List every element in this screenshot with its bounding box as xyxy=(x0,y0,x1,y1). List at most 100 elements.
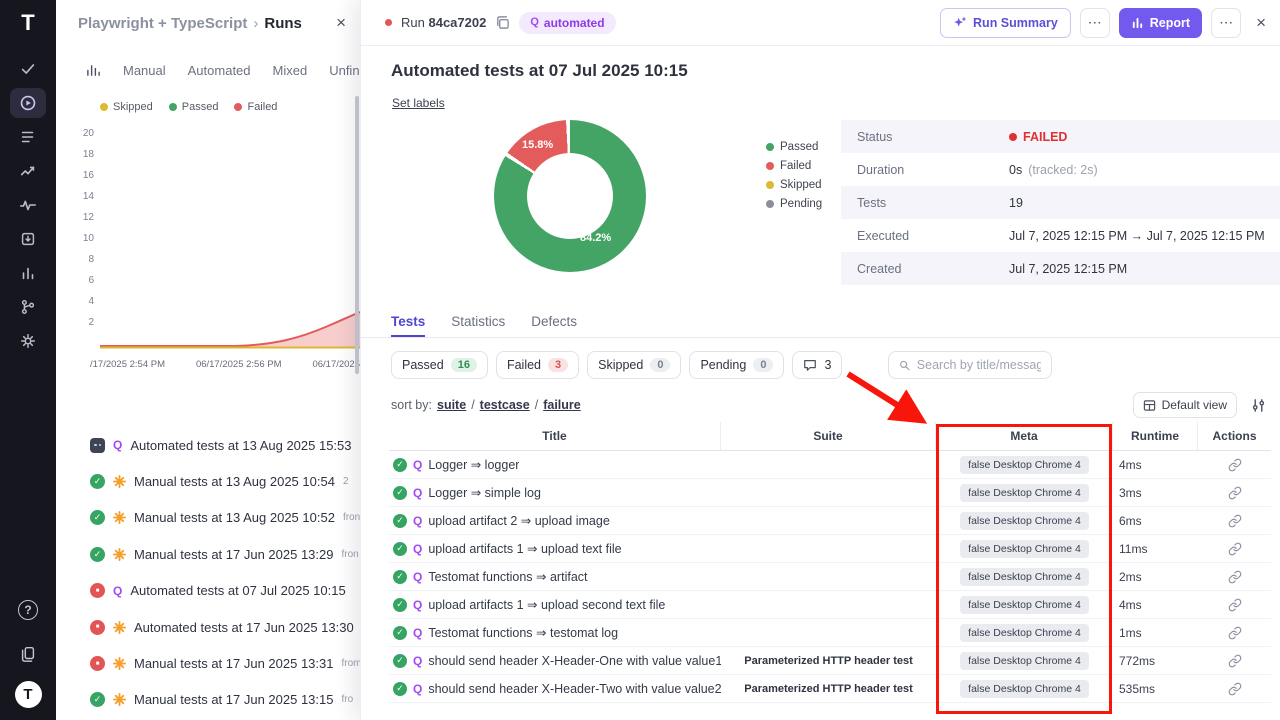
run-list-item[interactable]: ■Automated tests at 17 Jun 2025 13:30 xyxy=(56,609,360,645)
info-value-text: Jul 7, 2025 12:15 PM xyxy=(1009,262,1127,276)
set-labels-link[interactable]: Set labels xyxy=(392,96,445,110)
table-row[interactable]: ✓QLogger ⇒ loggerfalse Desktop Chrome 44… xyxy=(389,451,1271,479)
drawer-more-button[interactable]: ⋯ xyxy=(1211,8,1241,38)
link-icon xyxy=(1228,598,1242,612)
x-tick: /17/2025 2:54 PM xyxy=(90,359,165,370)
tab-statistics[interactable]: Statistics xyxy=(451,307,505,337)
actions-cell[interactable] xyxy=(1198,619,1271,646)
run-list-item[interactable]: ✓Manual tests at 13 Aug 2025 10:542 xyxy=(56,463,360,499)
actions-cell[interactable] xyxy=(1198,675,1271,702)
runs-panel-close-icon[interactable]: × xyxy=(336,13,346,33)
drawer-close-icon[interactable]: × xyxy=(1256,13,1266,33)
table-row[interactable]: ✓QTestomat functions ⇒ testomat logfalse… xyxy=(389,619,1271,647)
link-icon xyxy=(1228,542,1242,556)
runs-tab-automated[interactable]: Automated xyxy=(188,63,251,78)
run-list-item[interactable]: QAutomated tests at 13 Aug 2025 15:53 xyxy=(56,427,360,463)
column-header-title[interactable]: Title xyxy=(389,422,721,450)
branches-icon[interactable] xyxy=(10,292,46,322)
filter-pending-button[interactable]: Pending0 xyxy=(689,351,784,379)
donut-legend-item: Pending xyxy=(766,194,822,213)
table-row[interactable]: ✓Qshould send header X-Header-One with v… xyxy=(389,647,1271,675)
runs-chart-toggle-icon[interactable] xyxy=(86,63,101,78)
passed-status-icon: ✓ xyxy=(90,474,105,489)
analytics-icon[interactable] xyxy=(10,156,46,186)
sort-by-testcase[interactable]: testcase xyxy=(480,398,530,412)
passed-status-icon: ✓ xyxy=(90,510,105,525)
test-title: Logger ⇒ simple log xyxy=(428,485,541,500)
sort-by-suite[interactable]: suite xyxy=(437,398,466,412)
legend-item: Failed xyxy=(234,101,277,113)
run-title: Manual tests at 13 Aug 2025 10:54 xyxy=(134,474,335,489)
run-list-item[interactable]: ✓Manual tests at 17 Jun 2025 13:15fro xyxy=(56,682,360,718)
run-list-item[interactable]: ■Manual tests at 17 Jun 2025 13:31from xyxy=(56,645,360,681)
run-summary-button[interactable]: Run Summary xyxy=(940,8,1071,38)
y-tick: 2 xyxy=(60,317,94,328)
runs-tab-mixed[interactable]: Mixed xyxy=(273,63,308,78)
import-icon[interactable] xyxy=(10,224,46,254)
user-avatar[interactable]: T xyxy=(15,681,42,708)
donut-legend-item: Passed xyxy=(766,137,822,156)
tests-icon[interactable] xyxy=(10,54,46,84)
automated-badge[interactable]: Q automated xyxy=(519,12,615,34)
tab-defects[interactable]: Defects xyxy=(531,307,577,337)
run-list-item[interactable]: ■QAutomated tests at 07 Jul 2025 10:15 xyxy=(56,573,360,609)
actions-cell[interactable] xyxy=(1198,507,1271,534)
table-row[interactable]: ✓Qupload artifacts 1 ⇒ upload second tex… xyxy=(389,591,1271,619)
column-header-meta[interactable]: Meta xyxy=(936,422,1113,450)
help-icon[interactable]: ? xyxy=(10,595,46,625)
table-row[interactable]: ✓QTestomat functions ⇒ artifactfalse Des… xyxy=(389,563,1271,591)
column-header-runtime[interactable]: Runtime xyxy=(1113,422,1198,450)
passed-icon: ✓ xyxy=(393,570,407,584)
info-row: CreatedJul 7, 2025 12:15 PM xyxy=(841,252,1280,285)
filter-skipped-button[interactable]: Skipped0 xyxy=(587,351,681,379)
comments-filter-button[interactable]: 3 xyxy=(792,351,842,379)
filter-failed-button[interactable]: Failed3 xyxy=(496,351,579,379)
actions-cell[interactable] xyxy=(1198,535,1271,562)
runtime-cell: 4ms xyxy=(1113,591,1198,618)
tasks-icon[interactable] xyxy=(10,122,46,152)
main-sidebar: T ? T xyxy=(0,0,56,720)
table-row[interactable]: ✓Qupload artifact 2 ⇒ upload imagefalse … xyxy=(389,507,1271,535)
actions-cell[interactable] xyxy=(1198,451,1271,478)
breadcrumb-project[interactable]: Playwright + TypeScript xyxy=(78,15,247,32)
reports-icon[interactable] xyxy=(10,258,46,288)
pulse-icon[interactable] xyxy=(10,190,46,220)
info-label: Created xyxy=(857,262,1009,276)
copy-icon[interactable] xyxy=(495,15,510,30)
legend-label: Skipped xyxy=(113,101,153,113)
actions-cell[interactable] xyxy=(1198,591,1271,618)
tab-tests[interactable]: Tests xyxy=(391,307,425,337)
report-button[interactable]: Report xyxy=(1119,8,1202,38)
manual-icon-wrap xyxy=(113,548,126,561)
test-title-cell: ✓QLogger ⇒ simple log xyxy=(389,479,721,506)
run-list-item[interactable]: ✓Manual tests at 17 Jun 2025 13:29fron xyxy=(56,536,360,572)
more-actions-button[interactable]: ⋯ xyxy=(1080,8,1110,38)
table-row[interactable]: ✓Qupload artifacts 1 ⇒ upload text filef… xyxy=(389,535,1271,563)
settings-gear-icon[interactable] xyxy=(10,326,46,356)
runs-panel-scrollbar[interactable] xyxy=(355,96,359,374)
manual-burst-icon xyxy=(113,657,126,670)
donut-chart: 15.8% 84.2% xyxy=(494,120,646,272)
actions-cell[interactable] xyxy=(1198,647,1271,674)
column-header-actions[interactable]: Actions xyxy=(1198,422,1271,450)
column-settings-icon[interactable] xyxy=(1251,398,1266,413)
actions-cell[interactable] xyxy=(1198,563,1271,590)
default-view-button[interactable]: Default view xyxy=(1133,392,1237,418)
sort-by-failure[interactable]: failure xyxy=(543,398,581,412)
table-row[interactable]: ✓Qshould send header X-Header-Two with v… xyxy=(389,675,1271,703)
runs-tab-manual[interactable]: Manual xyxy=(123,63,166,78)
search-input[interactable] xyxy=(917,358,1042,372)
filter-passed-button[interactable]: Passed16 xyxy=(391,351,488,379)
app-logo: T xyxy=(21,10,34,36)
actions-cell[interactable] xyxy=(1198,479,1271,506)
info-row: Duration0s(tracked: 2s) xyxy=(841,153,1280,186)
y-tick: 18 xyxy=(60,149,94,160)
run-list-item[interactable]: ✓Manual tests at 13 Aug 2025 10:52fron xyxy=(56,500,360,536)
column-header-suite[interactable]: Suite xyxy=(721,422,936,450)
search-box xyxy=(888,351,1052,379)
runs-icon[interactable] xyxy=(10,88,46,118)
docs-icon[interactable] xyxy=(10,639,46,669)
runs-tab-unfinished[interactable]: Unfinished xyxy=(329,63,360,78)
suite-cell xyxy=(721,451,936,478)
table-row[interactable]: ✓QLogger ⇒ simple logfalse Desktop Chrom… xyxy=(389,479,1271,507)
